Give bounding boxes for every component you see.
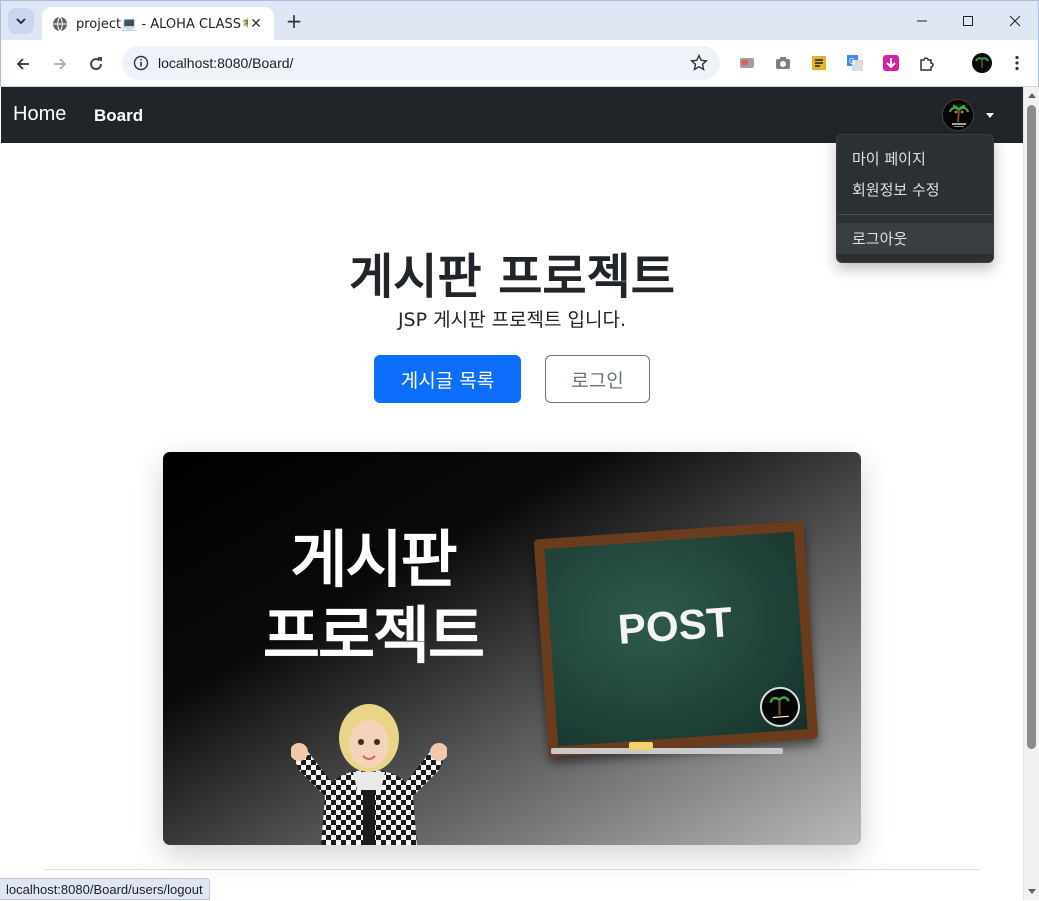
hero-banner-image: 게시판 프로젝트 POST bbox=[163, 452, 861, 845]
star-icon[interactable] bbox=[690, 54, 708, 72]
address-bar[interactable]: localhost:8080/Board/ bbox=[122, 46, 720, 80]
post-list-button[interactable]: 게시글 목록 bbox=[374, 355, 521, 403]
cast-extension-icon[interactable] bbox=[738, 54, 756, 72]
maximize-button[interactable] bbox=[945, 1, 991, 41]
scroll-down-arrow-icon[interactable] bbox=[1028, 889, 1036, 894]
palm-tree-logo-icon bbox=[758, 685, 802, 729]
notes-extension-icon[interactable] bbox=[810, 54, 828, 72]
window-close-button[interactable] bbox=[992, 1, 1038, 41]
new-tab-button[interactable]: + bbox=[283, 9, 305, 33]
minimize-button[interactable] bbox=[899, 1, 945, 41]
chevron-down-icon[interactable] bbox=[986, 113, 994, 118]
page-viewport: Home Board 마이 페이지 회원정보 수정 로그아웃 게시판 프로젝트 … bbox=[1, 87, 1023, 900]
close-icon bbox=[1009, 15, 1021, 27]
avatar-character-illustration bbox=[291, 704, 447, 845]
site-info-button[interactable] bbox=[124, 46, 158, 80]
browser-toolbar: localhost:8080/Board/ G bbox=[0, 40, 1039, 87]
menu-item-my-page[interactable]: 마이 페이지 bbox=[837, 143, 993, 174]
page-scrollbar[interactable] bbox=[1023, 87, 1039, 900]
close-icon[interactable]: ✕ bbox=[248, 16, 264, 32]
banner-heading-line2: 프로젝트 bbox=[262, 599, 485, 672]
menu-divider bbox=[837, 214, 993, 215]
status-bar-url: localhost:8080/Board/users/logout bbox=[0, 878, 210, 900]
svg-text:G: G bbox=[849, 57, 855, 66]
scrollbar-thumb[interactable] bbox=[1027, 105, 1036, 749]
page-title: 게시판 프로젝트 bbox=[349, 249, 675, 305]
arrow-right-icon bbox=[54, 58, 67, 70]
menu-item-edit-profile[interactable]: 회원정보 수정 bbox=[837, 174, 993, 205]
page-subtitle: JSP 게시판 프로젝트 입니다. bbox=[397, 309, 627, 331]
navbar-brand-home[interactable]: Home bbox=[13, 103, 66, 126]
reload-button[interactable] bbox=[84, 52, 108, 76]
forward-button[interactable] bbox=[48, 52, 72, 76]
browser-tab[interactable]: project💻 - ALOHA CLASS🌴 ✕ bbox=[42, 7, 274, 41]
download-extension-icon[interactable] bbox=[882, 54, 900, 72]
more-menu-icon[interactable] bbox=[1008, 54, 1026, 72]
chalkboard-illustration: POST bbox=[533, 520, 819, 758]
profile-avatar-icon[interactable] bbox=[971, 52, 993, 74]
scroll-up-arrow-icon[interactable] bbox=[1028, 93, 1036, 98]
palm-tree-logo-icon bbox=[943, 100, 973, 130]
tab-title: project💻 - ALOHA CLASS🌴 bbox=[76, 16, 248, 32]
globe-icon bbox=[53, 16, 67, 32]
puzzle-icon[interactable] bbox=[918, 54, 936, 72]
translate-extension-icon[interactable]: G bbox=[846, 54, 864, 72]
reload-icon bbox=[90, 57, 102, 70]
user-avatar[interactable] bbox=[942, 99, 974, 131]
tab-search-button[interactable] bbox=[8, 8, 34, 34]
chalk-tray bbox=[551, 748, 783, 754]
chalk-piece bbox=[629, 742, 653, 750]
info-icon bbox=[133, 55, 149, 71]
camera-extension-icon[interactable] bbox=[774, 54, 792, 72]
nav-link-board[interactable]: Board bbox=[94, 106, 143, 126]
login-button[interactable]: 로그인 bbox=[545, 355, 650, 403]
maximize-icon bbox=[963, 16, 973, 26]
address-url: localhost:8080/Board/ bbox=[158, 55, 294, 71]
browser-titlebar: project💻 - ALOHA CLASS🌴 ✕ + bbox=[0, 0, 1039, 41]
chevron-down-icon bbox=[16, 18, 26, 25]
section-divider bbox=[44, 869, 980, 870]
banner-heading: 게시판 프로젝트 bbox=[258, 522, 488, 674]
back-button[interactable] bbox=[11, 52, 35, 76]
minimize-icon bbox=[917, 20, 927, 22]
banner-heading-line1: 게시판 bbox=[290, 523, 457, 596]
arrow-left-icon bbox=[16, 58, 29, 70]
